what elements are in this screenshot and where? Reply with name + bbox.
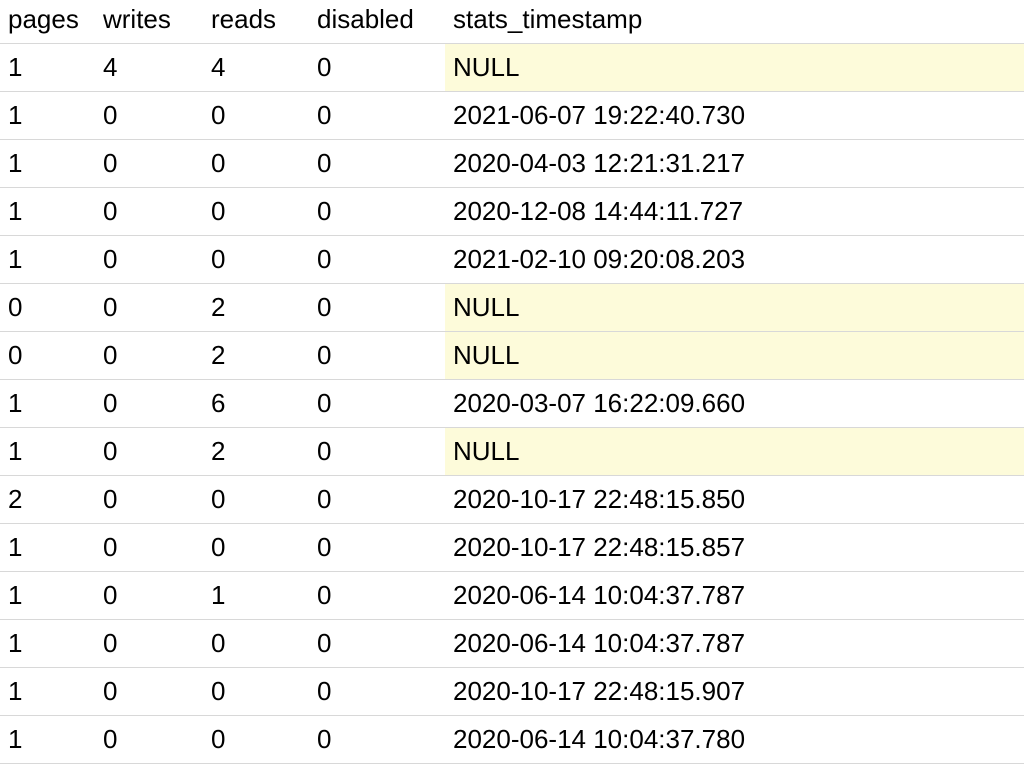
col-header-reads[interactable]: reads <box>203 0 309 44</box>
cell-writes[interactable]: 0 <box>95 476 203 524</box>
cell-pages[interactable]: 1 <box>0 716 95 764</box>
table-row[interactable]: 1440NULL <box>0 44 1024 92</box>
cell-stats_timestamp[interactable]: 2020-06-14 10:04:37.780 <box>445 716 1024 764</box>
cell-disabled[interactable]: 0 <box>309 428 445 476</box>
table-row[interactable]: 10002020-06-14 10:04:37.787 <box>0 620 1024 668</box>
cell-stats_timestamp[interactable]: 2020-10-17 22:48:15.857 <box>445 524 1024 572</box>
cell-reads[interactable]: 0 <box>203 92 309 140</box>
cell-pages[interactable]: 1 <box>0 668 95 716</box>
cell-stats_timestamp[interactable]: 2020-03-07 16:22:09.660 <box>445 380 1024 428</box>
cell-writes[interactable]: 0 <box>95 428 203 476</box>
table-row[interactable]: 0020NULL <box>0 332 1024 380</box>
cell-pages[interactable]: 1 <box>0 380 95 428</box>
results-table[interactable]: pages writes reads disabled stats_timest… <box>0 0 1024 764</box>
cell-reads[interactable]: 1 <box>203 572 309 620</box>
col-header-stats-timestamp[interactable]: stats_timestamp <box>445 0 1024 44</box>
cell-pages[interactable]: 1 <box>0 140 95 188</box>
cell-disabled[interactable]: 0 <box>309 620 445 668</box>
cell-writes[interactable]: 0 <box>95 140 203 188</box>
col-header-disabled[interactable]: disabled <box>309 0 445 44</box>
cell-writes[interactable]: 0 <box>95 668 203 716</box>
cell-pages[interactable]: 0 <box>0 332 95 380</box>
cell-reads[interactable]: 0 <box>203 476 309 524</box>
table-row[interactable]: 10002020-12-08 14:44:11.727 <box>0 188 1024 236</box>
cell-disabled[interactable]: 0 <box>309 284 445 332</box>
cell-disabled[interactable]: 0 <box>309 716 445 764</box>
table-row[interactable]: 10002020-10-17 22:48:15.857 <box>0 524 1024 572</box>
cell-reads[interactable]: 2 <box>203 332 309 380</box>
table-row[interactable]: 10002020-04-03 12:21:31.217 <box>0 140 1024 188</box>
table-body: 1440NULL10002021-06-07 19:22:40.73010002… <box>0 44 1024 764</box>
cell-stats_timestamp[interactable]: NULL <box>445 284 1024 332</box>
cell-disabled[interactable]: 0 <box>309 476 445 524</box>
cell-writes[interactable]: 0 <box>95 716 203 764</box>
cell-stats_timestamp[interactable]: NULL <box>445 428 1024 476</box>
cell-disabled[interactable]: 0 <box>309 524 445 572</box>
cell-writes[interactable]: 0 <box>95 572 203 620</box>
cell-reads[interactable]: 0 <box>203 236 309 284</box>
cell-disabled[interactable]: 0 <box>309 236 445 284</box>
cell-disabled[interactable]: 0 <box>309 572 445 620</box>
table-header-row: pages writes reads disabled stats_timest… <box>0 0 1024 44</box>
cell-reads[interactable]: 0 <box>203 524 309 572</box>
cell-stats_timestamp[interactable]: 2020-10-17 22:48:15.850 <box>445 476 1024 524</box>
cell-pages[interactable]: 1 <box>0 188 95 236</box>
table-row[interactable]: 1020NULL <box>0 428 1024 476</box>
cell-pages[interactable]: 1 <box>0 524 95 572</box>
cell-reads[interactable]: 0 <box>203 668 309 716</box>
cell-pages[interactable]: 1 <box>0 620 95 668</box>
cell-writes[interactable]: 0 <box>95 92 203 140</box>
cell-stats_timestamp[interactable]: 2021-02-10 09:20:08.203 <box>445 236 1024 284</box>
cell-pages[interactable]: 1 <box>0 92 95 140</box>
cell-stats_timestamp[interactable]: 2020-06-14 10:04:37.787 <box>445 620 1024 668</box>
cell-reads[interactable]: 0 <box>203 140 309 188</box>
table-row[interactable]: 10602020-03-07 16:22:09.660 <box>0 380 1024 428</box>
cell-disabled[interactable]: 0 <box>309 44 445 92</box>
cell-pages[interactable]: 1 <box>0 44 95 92</box>
cell-reads[interactable]: 2 <box>203 428 309 476</box>
cell-pages[interactable]: 1 <box>0 236 95 284</box>
cell-writes[interactable]: 0 <box>95 620 203 668</box>
cell-reads[interactable]: 0 <box>203 716 309 764</box>
cell-pages[interactable]: 2 <box>0 476 95 524</box>
cell-reads[interactable]: 0 <box>203 188 309 236</box>
table-row[interactable]: 10002020-10-17 22:48:15.907 <box>0 668 1024 716</box>
table-row[interactable]: 10002020-06-14 10:04:37.780 <box>0 716 1024 764</box>
cell-disabled[interactable]: 0 <box>309 668 445 716</box>
cell-stats_timestamp[interactable]: 2020-10-17 22:48:15.907 <box>445 668 1024 716</box>
cell-stats_timestamp[interactable]: 2020-06-14 10:04:37.787 <box>445 572 1024 620</box>
cell-reads[interactable]: 6 <box>203 380 309 428</box>
cell-disabled[interactable]: 0 <box>309 188 445 236</box>
cell-stats_timestamp[interactable]: 2020-12-08 14:44:11.727 <box>445 188 1024 236</box>
table-row[interactable]: 20002020-10-17 22:48:15.850 <box>0 476 1024 524</box>
cell-disabled[interactable]: 0 <box>309 92 445 140</box>
table-row[interactable]: 10002021-06-07 19:22:40.730 <box>0 92 1024 140</box>
cell-writes[interactable]: 4 <box>95 44 203 92</box>
cell-pages[interactable]: 1 <box>0 428 95 476</box>
cell-writes[interactable]: 0 <box>95 524 203 572</box>
cell-writes[interactable]: 0 <box>95 380 203 428</box>
cell-writes[interactable]: 0 <box>95 332 203 380</box>
cell-stats_timestamp[interactable]: NULL <box>445 44 1024 92</box>
cell-disabled[interactable]: 0 <box>309 140 445 188</box>
cell-reads[interactable]: 2 <box>203 284 309 332</box>
cell-disabled[interactable]: 0 <box>309 380 445 428</box>
col-header-pages[interactable]: pages <box>0 0 95 44</box>
cell-pages[interactable]: 1 <box>0 572 95 620</box>
cell-writes[interactable]: 0 <box>95 188 203 236</box>
cell-writes[interactable]: 0 <box>95 236 203 284</box>
cell-stats_timestamp[interactable]: 2020-04-03 12:21:31.217 <box>445 140 1024 188</box>
cell-disabled[interactable]: 0 <box>309 332 445 380</box>
table-row[interactable]: 0020NULL <box>0 284 1024 332</box>
cell-stats_timestamp[interactable]: NULL <box>445 332 1024 380</box>
cell-pages[interactable]: 0 <box>0 284 95 332</box>
cell-writes[interactable]: 0 <box>95 284 203 332</box>
table-row[interactable]: 10102020-06-14 10:04:37.787 <box>0 572 1024 620</box>
cell-stats_timestamp[interactable]: 2021-06-07 19:22:40.730 <box>445 92 1024 140</box>
cell-reads[interactable]: 0 <box>203 620 309 668</box>
table-row[interactable]: 10002021-02-10 09:20:08.203 <box>0 236 1024 284</box>
cell-reads[interactable]: 4 <box>203 44 309 92</box>
col-header-writes[interactable]: writes <box>95 0 203 44</box>
